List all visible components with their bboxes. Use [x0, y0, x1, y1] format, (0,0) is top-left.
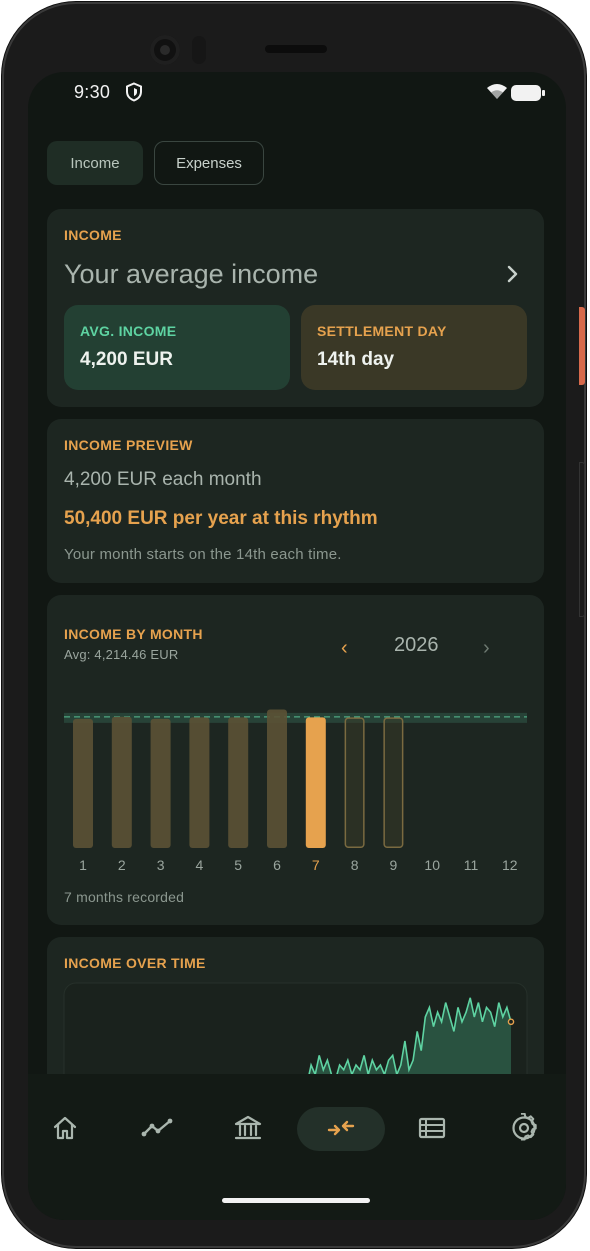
tick-label: 10	[424, 857, 440, 873]
avg-income-value: 4,200 EUR	[80, 349, 173, 370]
tick-label: 5	[234, 857, 242, 873]
list-icon[interactable]	[409, 1106, 455, 1150]
tick-label: 7	[312, 857, 320, 873]
trend-icon[interactable]	[134, 1106, 180, 1150]
section-label: INCOME PREVIEW	[64, 437, 193, 453]
tick-label: 1	[79, 857, 87, 873]
last-point	[507, 1018, 515, 1026]
transfer-icon[interactable]	[318, 1106, 364, 1150]
chevron-right-icon[interactable]	[506, 265, 520, 288]
screen: 9:30 Income Expenses INCOME Your average…	[28, 72, 566, 1220]
tick-label: 3	[157, 857, 165, 873]
battery-icon	[510, 84, 546, 107]
tick-label: 12	[502, 857, 518, 873]
bar-month-7	[305, 717, 326, 848]
avg-income-tile: AVG. INCOME 4,200 EUR	[64, 305, 290, 390]
month-start-note: Your month starts on the 14th each time.	[64, 546, 342, 563]
status-bar: 9:30	[28, 72, 566, 116]
bar-month-6	[267, 709, 287, 848]
settlement-day-value: 14th day	[317, 349, 395, 370]
home-icon[interactable]	[42, 1106, 88, 1150]
tick-label: 8	[351, 857, 359, 873]
shield-icon	[125, 82, 143, 107]
bottom-navigation	[28, 1074, 566, 1220]
bar-month-9	[383, 717, 404, 849]
average-income-title: Your average income	[64, 259, 319, 289]
status-time: 9:30	[74, 82, 111, 102]
income-preview-card: INCOME PREVIEW 4,200 EUR each month 50,4…	[47, 419, 544, 583]
bar-month-8	[344, 717, 365, 849]
tick-label: 11	[464, 857, 479, 873]
months-recorded: 7 months recorded	[64, 889, 185, 905]
settings-icon[interactable]	[501, 1106, 547, 1150]
tick-label: 6	[273, 857, 281, 873]
phone-frame: 9:30 Income Expenses INCOME Your average…	[2, 2, 586, 1248]
home-indicator	[222, 1198, 370, 1203]
tab-income[interactable]: Income	[47, 141, 143, 185]
tick-label: 9	[390, 857, 398, 873]
front-sensor	[192, 36, 206, 64]
tick-label: 4	[196, 857, 204, 873]
bar-month-2	[111, 716, 132, 848]
section-label: INCOME	[64, 227, 122, 243]
power-button	[579, 307, 585, 385]
bar-month-4	[189, 717, 210, 848]
average-income-card[interactable]: INCOME Your average income AVG. INCOME 4…	[47, 209, 544, 407]
average-band	[64, 712, 527, 723]
bar-month-5	[228, 717, 249, 848]
bar-month-1	[73, 718, 93, 848]
yearly-preview: 50,400 EUR per year at this rhythm	[64, 508, 378, 529]
bank-icon[interactable]	[225, 1106, 271, 1150]
settlement-day-tile: SETTLEMENT DAY 14th day	[301, 305, 527, 390]
earpiece-speaker	[265, 45, 327, 53]
front-camera	[150, 35, 180, 65]
income-by-month-card: INCOME BY MONTH Avg: 4,214.46 EUR ‹ 2026…	[47, 595, 544, 925]
income-by-month-chart: 1 2 3 4 5 6 7 8 9 10 11 12	[64, 709, 527, 873]
tab-expenses[interactable]: Expenses	[154, 141, 264, 185]
settlement-day-label: SETTLEMENT DAY	[317, 323, 447, 339]
tick-label: 2	[118, 857, 126, 873]
avg-income-label: AVG. INCOME	[80, 323, 177, 339]
monthly-preview: 4,200 EUR each month	[64, 469, 262, 490]
volume-button	[579, 462, 585, 617]
bar-month-3	[150, 718, 171, 848]
wifi-icon	[486, 83, 508, 106]
